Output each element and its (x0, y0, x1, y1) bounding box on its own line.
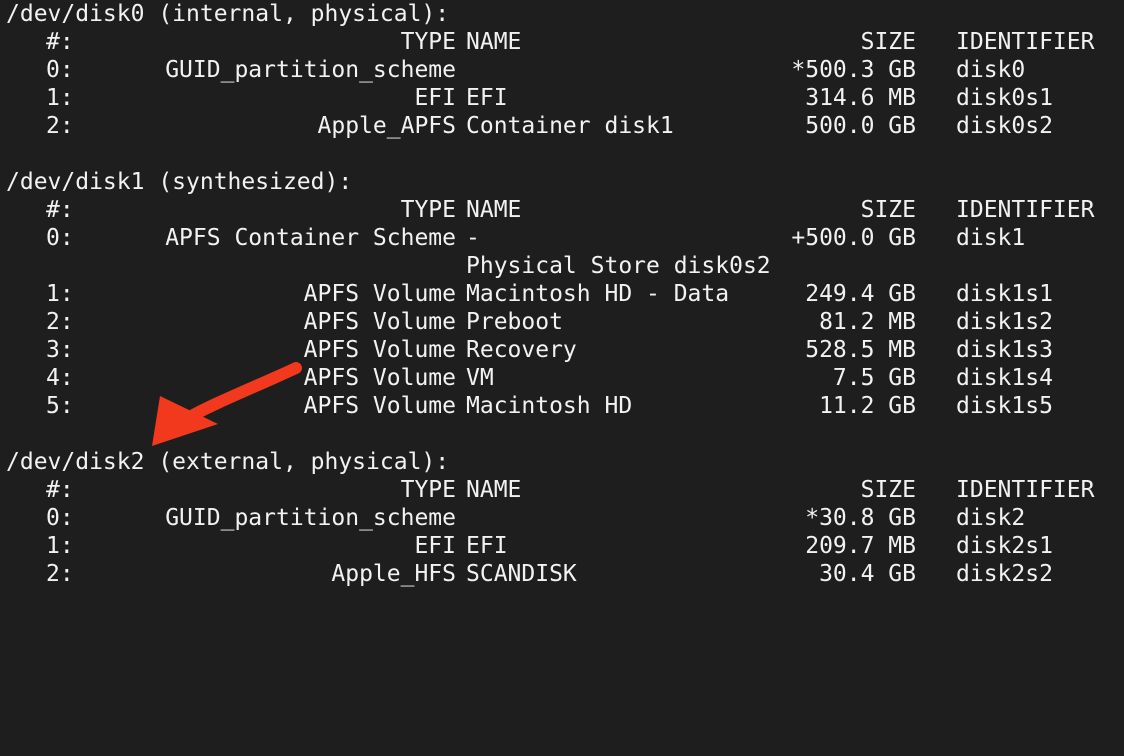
column-header-row: #: TYPE NAME SIZE IDENTIFIER (6, 28, 1124, 56)
partition-type: Apple_HFS (331, 561, 456, 587)
partition-size: 30.4 GB (819, 561, 916, 587)
partition-size: 7.5 GB (832, 365, 916, 391)
partition-type: EFI (414, 85, 456, 111)
partition-row[interactable]: 2: APFS Volume Preboot 81.2 MB disk1s2 (6, 308, 1124, 336)
partition-row[interactable]: 1: EFI EFI 209.7 MB disk2s1 (6, 532, 1124, 560)
disk-header-text[interactable]: /dev/disk0 (internal, physical): (6, 0, 449, 28)
partition-row[interactable]: 0: APFS Container Scheme - +500.0 GB dis… (6, 224, 1124, 252)
partition-size: *500.3 GB (791, 57, 916, 83)
partition-size: 209.7 MB (805, 533, 916, 559)
partition-type: GUID_partition_scheme (165, 505, 456, 531)
partition-row[interactable]: 4: APFS Volume VM 7.5 GB disk1s4 (6, 364, 1124, 392)
disk-header-text[interactable]: /dev/disk2 (external, physical): (6, 448, 449, 476)
partition-type: GUID_partition_scheme (165, 57, 456, 83)
partition-type: APFS Volume (303, 309, 456, 335)
column-size: SIZE (860, 29, 916, 55)
partition-name: Preboot (466, 309, 563, 335)
partition-name: - (466, 225, 480, 251)
partition-name: Macintosh HD (466, 393, 633, 419)
disk-header-disk1[interactable]: /dev/disk1 (synthesized): (6, 168, 1124, 196)
column-name: NAME (466, 29, 522, 55)
partition-row[interactable]: 1: EFI EFI 314.6 MB disk0s1 (6, 84, 1124, 112)
column-type: TYPE (400, 197, 456, 223)
partition-identifier: disk1s5 (956, 393, 1053, 419)
disk-header-disk0[interactable]: /dev/disk0 (internal, physical): (6, 0, 1124, 28)
partition-identifier: disk0s2 (956, 113, 1053, 139)
column-identifier: IDENTIFIER (956, 477, 1095, 503)
partition-name: EFI (466, 533, 508, 559)
column-size: SIZE (860, 477, 916, 503)
partition-row[interactable]: 2: Apple_HFS SCANDISK 30.4 GB disk2s2 (6, 560, 1124, 588)
partition-type: Apple_APFS (317, 113, 456, 139)
partition-type: APFS Volume (303, 281, 456, 307)
partition-identifier: disk1s4 (956, 365, 1053, 391)
partition-name: EFI (466, 85, 508, 111)
partition-name: SCANDISK (466, 561, 577, 587)
partition-name: Container disk1 (466, 113, 674, 139)
partition-name: Physical Store disk0s2 (466, 253, 771, 279)
partition-identifier: disk1s2 (956, 309, 1053, 335)
partition-type: APFS Container Scheme (165, 225, 456, 251)
partition-type: APFS Volume (303, 393, 456, 419)
partition-size: *30.8 GB (805, 505, 916, 531)
column-header-row: #: TYPE NAME SIZE IDENTIFIER (6, 476, 1124, 504)
partition-row-continuation: Physical Store disk0s2 (6, 252, 1124, 280)
partition-row[interactable]: 3: APFS Volume Recovery 528.5 MB disk1s3 (6, 336, 1124, 364)
partition-type: EFI (414, 533, 456, 559)
partition-identifier: disk2 (956, 505, 1026, 531)
column-identifier: IDENTIFIER (956, 29, 1095, 55)
disk-header-text[interactable]: /dev/disk1 (synthesized): (6, 168, 352, 196)
partition-identifier: disk1s3 (956, 337, 1053, 363)
partition-identifier: disk2s1 (956, 533, 1053, 559)
terminal-output: /dev/disk0 (internal, physical): #: TYPE… (6, 0, 1124, 588)
column-size: SIZE (860, 197, 916, 223)
partition-name: Recovery (466, 337, 577, 363)
partition-size: 314.6 MB (805, 85, 916, 111)
partition-identifier: disk0s1 (956, 85, 1053, 111)
partition-size: 528.5 MB (805, 337, 916, 363)
partition-row[interactable]: 2: Apple_APFS Container disk1 500.0 GB d… (6, 112, 1124, 140)
partition-row[interactable]: 5: APFS Volume Macintosh HD 11.2 GB disk… (6, 392, 1124, 420)
partition-size: +500.0 GB (791, 225, 916, 251)
partition-identifier: disk2s2 (956, 561, 1053, 587)
partition-name: Macintosh HD - Data (466, 281, 730, 307)
partition-size: 249.4 GB (805, 281, 916, 307)
column-type: TYPE (400, 29, 456, 55)
column-name: NAME (466, 477, 522, 503)
partition-identifier: disk0 (956, 57, 1026, 83)
partition-identifier: disk1s1 (956, 281, 1053, 307)
partition-identifier: disk1 (956, 225, 1026, 251)
partition-type: APFS Volume (303, 365, 456, 391)
column-header-row: #: TYPE NAME SIZE IDENTIFIER (6, 196, 1124, 224)
partition-size: 500.0 GB (805, 113, 916, 139)
partition-type: APFS Volume (303, 337, 456, 363)
column-type: TYPE (400, 477, 456, 503)
partition-size: 81.2 MB (819, 309, 916, 335)
partition-name: VM (466, 365, 494, 391)
partition-row[interactable]: 1: APFS Volume Macintosh HD - Data 249.4… (6, 280, 1124, 308)
partition-size: 11.2 GB (819, 393, 916, 419)
partition-row[interactable]: 0: GUID_partition_scheme *500.3 GB disk0 (6, 56, 1124, 84)
partition-row[interactable]: 0: GUID_partition_scheme *30.8 GB disk2 (6, 504, 1124, 532)
column-name: NAME (466, 197, 522, 223)
disk-header-disk2[interactable]: /dev/disk2 (external, physical): (6, 448, 1124, 476)
column-identifier: IDENTIFIER (956, 197, 1095, 223)
